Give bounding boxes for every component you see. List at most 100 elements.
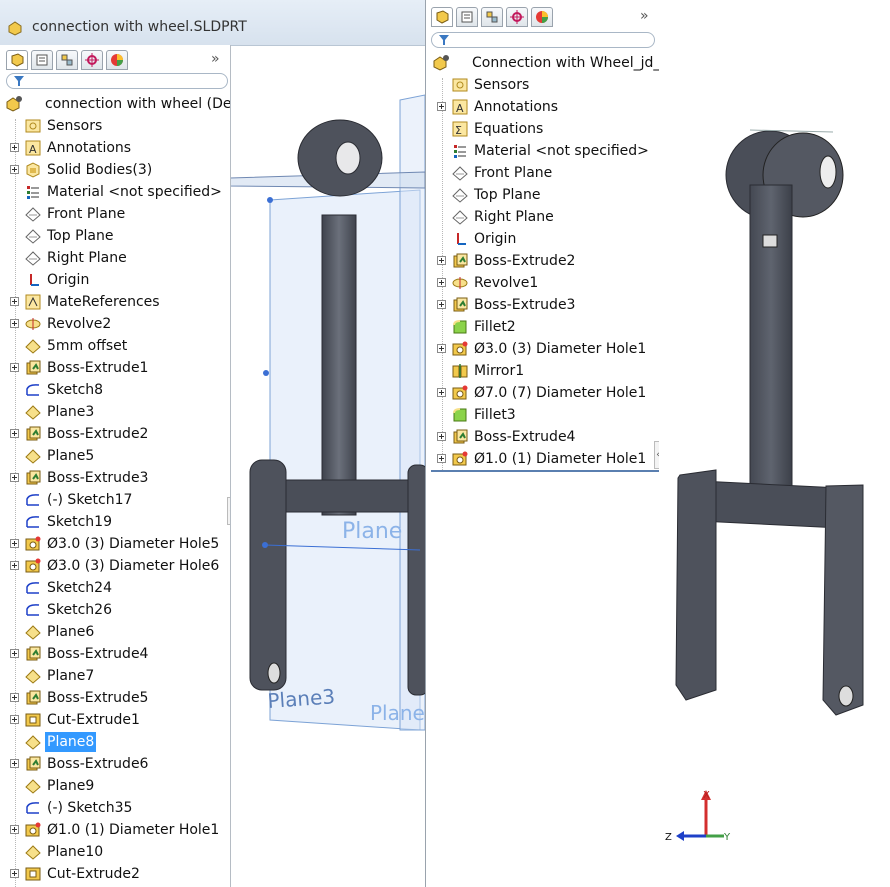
right-tree-root[interactable]: Connection with Wheel_jd_r bbox=[426, 52, 659, 74]
right-tree-item[interactable]: Right Plane bbox=[426, 206, 659, 228]
triad-y-label: Y bbox=[723, 832, 731, 843]
right-tree-item[interactable]: Revolve1 bbox=[426, 272, 659, 294]
expand-toggle[interactable] bbox=[10, 561, 19, 570]
expand-toggle[interactable] bbox=[437, 102, 446, 111]
plane-icon bbox=[25, 206, 41, 222]
left-tree-item[interactable]: Front Plane bbox=[0, 203, 230, 225]
left-tree-item[interactable]: Material <not specified> bbox=[0, 181, 230, 203]
feature-manager-tab[interactable] bbox=[6, 50, 28, 70]
left-tree-item[interactable]: Cut-Extrude1 bbox=[0, 709, 230, 731]
dimxpert-tab[interactable] bbox=[81, 50, 103, 70]
left-tree-root[interactable]: connection with wheel (De bbox=[0, 93, 230, 115]
left-tree-item[interactable]: Sensors bbox=[0, 115, 230, 137]
expand-toggle[interactable] bbox=[437, 432, 446, 441]
right-tree-item[interactable]: Ø1.0 (1) Diameter Hole1 bbox=[426, 448, 659, 470]
right-tree-item[interactable]: Material <not specified> bbox=[426, 140, 659, 162]
left-tree-item[interactable]: Plane6 bbox=[0, 621, 230, 643]
sketch-icon bbox=[25, 602, 41, 618]
expand-panel-chevron-icon[interactable]: » bbox=[211, 51, 220, 67]
right-tree-item[interactable]: Top Plane bbox=[426, 184, 659, 206]
left-tree-item[interactable]: Right Plane bbox=[0, 247, 230, 269]
left-tree-item[interactable]: Top Plane bbox=[0, 225, 230, 247]
property-manager-tab[interactable] bbox=[31, 50, 53, 70]
left-filter-box[interactable] bbox=[6, 73, 228, 89]
right-tree-item[interactable]: Fillet2 bbox=[426, 316, 659, 338]
left-tree-item[interactable]: Sketch8 bbox=[0, 379, 230, 401]
left-tree-item[interactable]: Origin bbox=[0, 269, 230, 291]
expand-toggle[interactable] bbox=[10, 297, 19, 306]
right-tree-item[interactable]: Boss-Extrude2 bbox=[426, 250, 659, 272]
right-display-manager-tab[interactable] bbox=[531, 7, 553, 27]
right-tree-item[interactable]: Ø7.0 (7) Diameter Hole1 bbox=[426, 382, 659, 404]
left-tree-item[interactable]: Boss-Extrude1 bbox=[0, 357, 230, 379]
expand-toggle[interactable] bbox=[437, 454, 446, 463]
left-graphics-viewport[interactable]: Plane Plane3 Plane bbox=[230, 40, 425, 887]
left-tree-item[interactable]: Boss-Extrude3 bbox=[0, 467, 230, 489]
left-tree-item[interactable]: Plane3 bbox=[0, 401, 230, 423]
expand-toggle[interactable] bbox=[437, 300, 446, 309]
expand-toggle[interactable] bbox=[437, 256, 446, 265]
left-tree-item[interactable]: Sketch19 bbox=[0, 511, 230, 533]
right-panel-splitter-handle[interactable]: ‹ bbox=[654, 441, 659, 469]
left-tree-item[interactable]: MateReferences bbox=[0, 291, 230, 313]
left-tree-item[interactable]: Sketch24 bbox=[0, 577, 230, 599]
right-property-manager-tab[interactable] bbox=[456, 7, 478, 27]
expand-toggle[interactable] bbox=[10, 649, 19, 658]
expand-toggle[interactable] bbox=[437, 278, 446, 287]
expand-toggle[interactable] bbox=[10, 759, 19, 768]
right-tree-item[interactable]: Sensors bbox=[426, 74, 659, 96]
expand-toggle[interactable] bbox=[10, 363, 19, 372]
right-filter-box[interactable] bbox=[431, 32, 655, 48]
right-tree-item[interactable]: Σ Equations bbox=[426, 118, 659, 140]
expand-toggle[interactable] bbox=[10, 473, 19, 482]
right-tree-item[interactable]: Boss-Extrude3 bbox=[426, 294, 659, 316]
left-tree-item[interactable]: Ø1.0 (1) Diameter Hole1 bbox=[0, 819, 230, 841]
left-tree-item[interactable]: Solid Bodies(3) bbox=[0, 159, 230, 181]
right-dimxpert-tab[interactable] bbox=[506, 7, 528, 27]
left-tree-item[interactable]: Plane7 bbox=[0, 665, 230, 687]
sketch-icon bbox=[25, 382, 41, 398]
left-tree-item[interactable]: Plane10 bbox=[0, 841, 230, 863]
expand-toggle[interactable] bbox=[10, 869, 19, 878]
right-expand-panel-chevron-icon[interactable]: » bbox=[640, 8, 649, 24]
right-tree-item[interactable]: Mirror1 bbox=[426, 360, 659, 382]
right-graphics-viewport[interactable]: X Y Z bbox=[658, 0, 890, 887]
left-tree-item[interactable]: Revolve2 bbox=[0, 313, 230, 335]
left-tree-item[interactable]: 5mm offset bbox=[0, 335, 230, 357]
left-tree-item[interactable]: Sketch26 bbox=[0, 599, 230, 621]
left-tree-item[interactable]: Plane5 bbox=[0, 445, 230, 467]
right-tree-item[interactable]: Ø3.0 (3) Diameter Hole1 bbox=[426, 338, 659, 360]
left-tree-item[interactable]: Boss-Extrude4 bbox=[0, 643, 230, 665]
expand-toggle[interactable] bbox=[10, 539, 19, 548]
right-tree-item[interactable]: A Annotations bbox=[426, 96, 659, 118]
right-tree-item[interactable]: Front Plane bbox=[426, 162, 659, 184]
expand-toggle[interactable] bbox=[10, 429, 19, 438]
expand-toggle[interactable] bbox=[437, 388, 446, 397]
expand-toggle[interactable] bbox=[10, 319, 19, 328]
expand-toggle[interactable] bbox=[10, 715, 19, 724]
right-tree-item[interactable]: Boss-Extrude4 bbox=[426, 426, 659, 448]
configuration-manager-tab[interactable] bbox=[56, 50, 78, 70]
left-tree-item[interactable]: Ø3.0 (3) Diameter Hole6 bbox=[0, 555, 230, 577]
expand-toggle[interactable] bbox=[10, 693, 19, 702]
expand-toggle[interactable] bbox=[10, 143, 19, 152]
expand-toggle[interactable] bbox=[10, 165, 19, 174]
left-tree-item[interactable]: A Annotations bbox=[0, 137, 230, 159]
left-panel-splitter-handle[interactable]: ‹ bbox=[227, 497, 230, 525]
left-tree-item[interactable]: (-) Sketch17 bbox=[0, 489, 230, 511]
right-configuration-manager-tab[interactable] bbox=[481, 7, 503, 27]
left-tree-item[interactable]: Boss-Extrude5 bbox=[0, 687, 230, 709]
right-tree-item[interactable]: Origin bbox=[426, 228, 659, 250]
left-tree-item[interactable]: Ø3.0 (3) Diameter Hole5 bbox=[0, 533, 230, 555]
left-tree-item[interactable]: Boss-Extrude2 bbox=[0, 423, 230, 445]
right-feature-manager-tab[interactable] bbox=[431, 7, 453, 27]
left-tree-item[interactable]: Boss-Extrude6 bbox=[0, 753, 230, 775]
left-tree-item[interactable]: Plane9 bbox=[0, 775, 230, 797]
right-tree-item[interactable]: Fillet3 bbox=[426, 404, 659, 426]
left-tree-item[interactable]: Cut-Extrude2 bbox=[0, 863, 230, 885]
left-tree-item[interactable]: (-) Sketch35 bbox=[0, 797, 230, 819]
display-manager-tab[interactable] bbox=[106, 50, 128, 70]
expand-toggle[interactable] bbox=[437, 344, 446, 353]
left-tree-item[interactable]: Plane8 bbox=[0, 731, 230, 753]
expand-toggle[interactable] bbox=[10, 825, 19, 834]
